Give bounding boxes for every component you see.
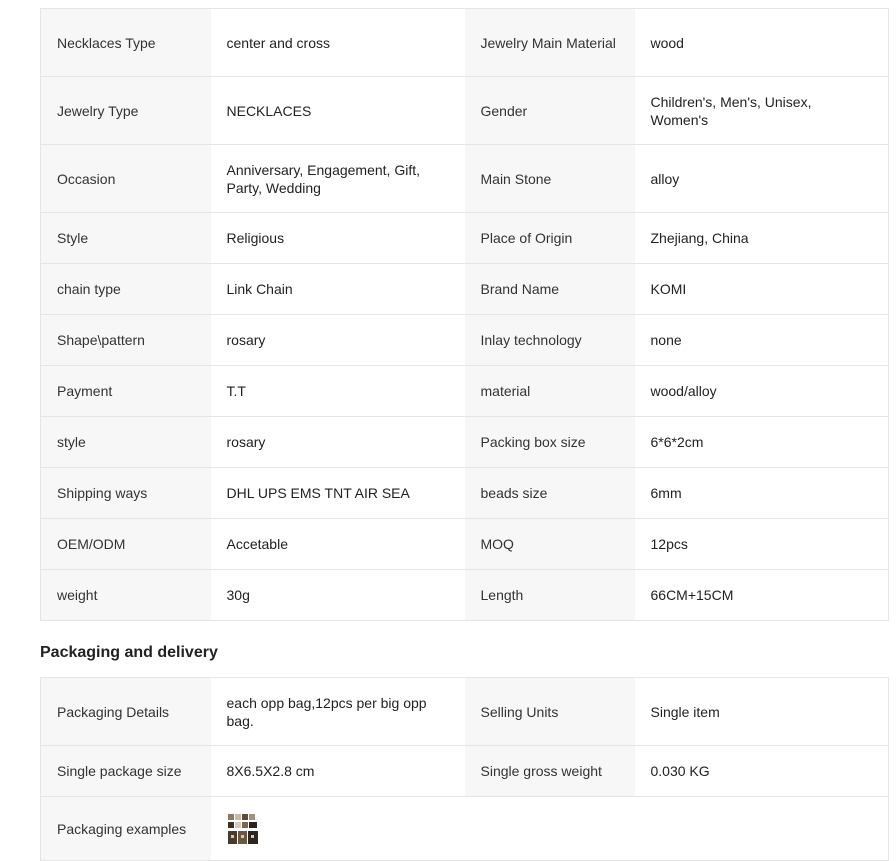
attr-key: weight [40,569,211,621]
attr-value: rosary [210,416,465,468]
attr-value: Anniversary, Engagement, Gift, Party, We… [210,144,465,213]
attr-value: wood [634,8,889,77]
table-row: Packaging examples [40,796,889,861]
attr-key: Payment [40,365,211,417]
table-row: Necklaces Type center and cross Jewelry … [40,8,889,77]
attr-value: each opp bag,12pcs per big opp bag. [210,677,465,746]
attr-key: Brand Name [464,263,635,315]
packaging-examples [210,796,889,861]
attr-key: Packaging Details [40,677,211,746]
attr-key: material [464,365,635,417]
section-title: Packaging and delivery [40,644,218,661]
packaging-table: Packaging Details each opp bag,12pcs per… [40,677,889,861]
product-attributes: Necklaces Type center and cross Jewelry … [40,8,889,861]
attr-key: MOQ [464,518,635,570]
attr-value: NECKLACES [210,76,465,145]
attr-key: Shape\pattern [40,314,211,366]
attr-key: Jewelry Main Material [464,8,635,77]
attr-value: 8X6.5X2.8 cm [210,745,465,797]
attr-key: beads size [464,467,635,519]
attr-key: OEM/ODM [40,518,211,570]
attr-key: Selling Units [464,677,635,746]
attr-value: DHL UPS EMS TNT AIR SEA [210,467,465,519]
table-row: Style Religious Place of Origin Zhejiang… [40,212,889,264]
attr-value: center and cross [210,8,465,77]
attr-key: Inlay technology [464,314,635,366]
table-row: chain type Link Chain Brand Name KOMI [40,263,889,315]
attr-key: Packaging examples [40,796,211,861]
table-row: style rosary Packing box size 6*6*2cm [40,416,889,468]
attr-key: chain type [40,263,211,315]
attr-value: Religious [210,212,465,264]
attr-value: Single item [634,677,889,746]
attr-value: 30g [210,569,465,621]
attr-key: Jewelry Type [40,76,211,145]
attr-key: Place of Origin [464,212,635,264]
attr-key: Length [464,569,635,621]
table-row: weight 30g Length 66CM+15CM [40,569,889,621]
attr-value: 6*6*2cm [634,416,889,468]
table-row: Single package size 8X6.5X2.8 cm Single … [40,745,889,797]
attr-value: T.T [210,365,465,417]
attr-key: style [40,416,211,468]
attr-value: wood/alloy [634,365,889,417]
table-row: Packaging Details each opp bag,12pcs per… [40,677,889,746]
attr-key: Gender [464,76,635,145]
attr-value: none [634,314,889,366]
attr-key: Main Stone [464,144,635,213]
attr-value: Children's, Men's, Unisex, Women's [634,76,889,145]
attr-key: Shipping ways [40,467,211,519]
attr-value: 0.030 KG [634,745,889,797]
attr-value: alloy [634,144,889,213]
attr-key: Occasion [40,144,211,213]
attr-value: Link Chain [210,263,465,315]
attr-value: KOMI [634,263,889,315]
attr-value: 6mm [634,467,889,519]
attr-value: rosary [210,314,465,366]
table-row: OEM/ODM Accetable MOQ 12pcs [40,518,889,570]
attr-key: Single package size [40,745,211,797]
attr-value: Zhejiang, China [634,212,889,264]
attributes-table: Necklaces Type center and cross Jewelry … [40,8,889,621]
attr-key: Necklaces Type [40,8,211,77]
attr-value: 66CM+15CM [634,569,889,621]
table-row: Occasion Anniversary, Engagement, Gift, … [40,144,889,213]
table-row: Payment T.T material wood/alloy [40,365,889,417]
attr-key: Packing box size [464,416,635,468]
table-row: Shipping ways DHL UPS EMS TNT AIR SEA be… [40,467,889,519]
attr-value: 12pcs [634,518,889,570]
table-row: Jewelry Type NECKLACES Gender Children's… [40,76,889,145]
attr-key: Single gross weight [464,745,635,797]
attr-value: Accetable [210,518,465,570]
packaging-thumbnail-icon[interactable] [226,812,259,845]
table-row: Shape\pattern rosary Inlay technology no… [40,314,889,366]
attr-key: Style [40,212,211,264]
